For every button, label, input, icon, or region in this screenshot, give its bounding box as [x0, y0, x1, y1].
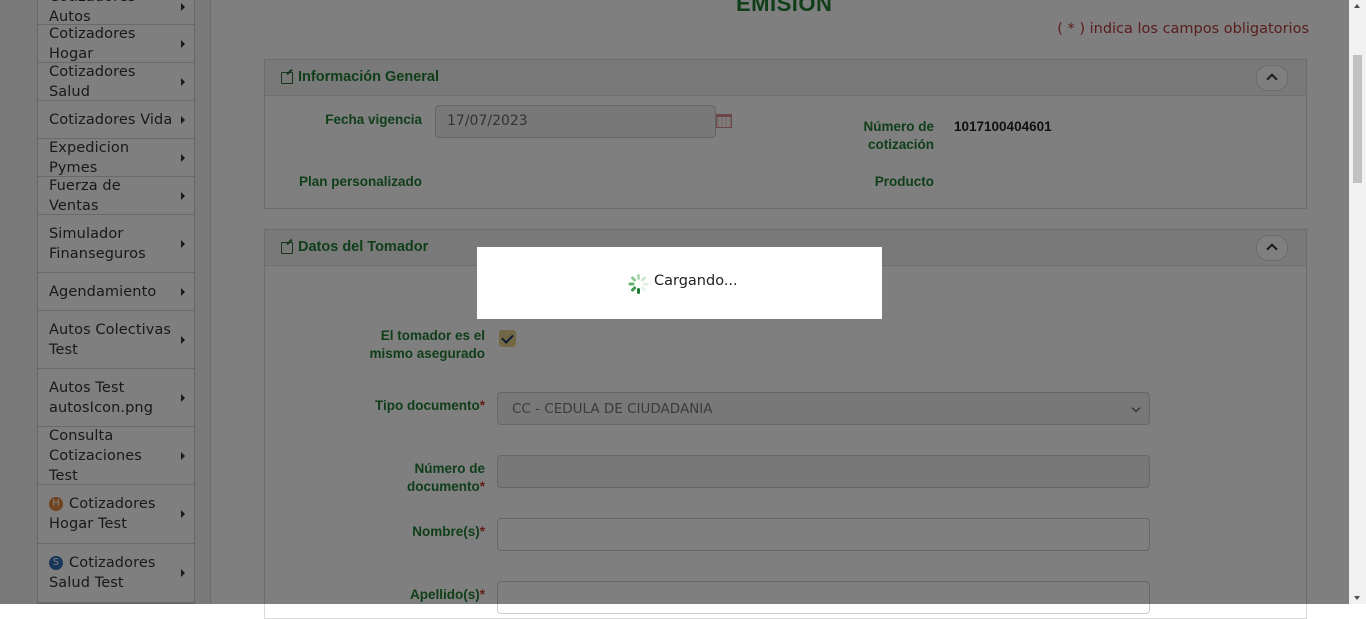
scrollbar[interactable] — [1349, 0, 1366, 604]
loading-text: Cargando... — [654, 273, 738, 289]
spinner-segment — [640, 285, 647, 293]
scroll-up-arrow-icon[interactable] — [1354, 4, 1360, 8]
spinner-icon — [628, 274, 649, 294]
scroll-down-arrow-icon[interactable] — [1354, 596, 1360, 600]
spinner-segment — [640, 275, 647, 283]
spinner-segment — [628, 282, 635, 286]
loading-dialog: Cargando... — [477, 247, 882, 319]
spinner-segment — [630, 275, 637, 283]
scrollbar-thumb[interactable] — [1353, 55, 1362, 183]
spinner-segment — [642, 282, 649, 286]
spinner-segment — [630, 285, 637, 293]
page: Cotizadores AutosCotizadores HogarCotiza… — [0, 0, 1366, 619]
spinner-segment — [637, 288, 640, 294]
